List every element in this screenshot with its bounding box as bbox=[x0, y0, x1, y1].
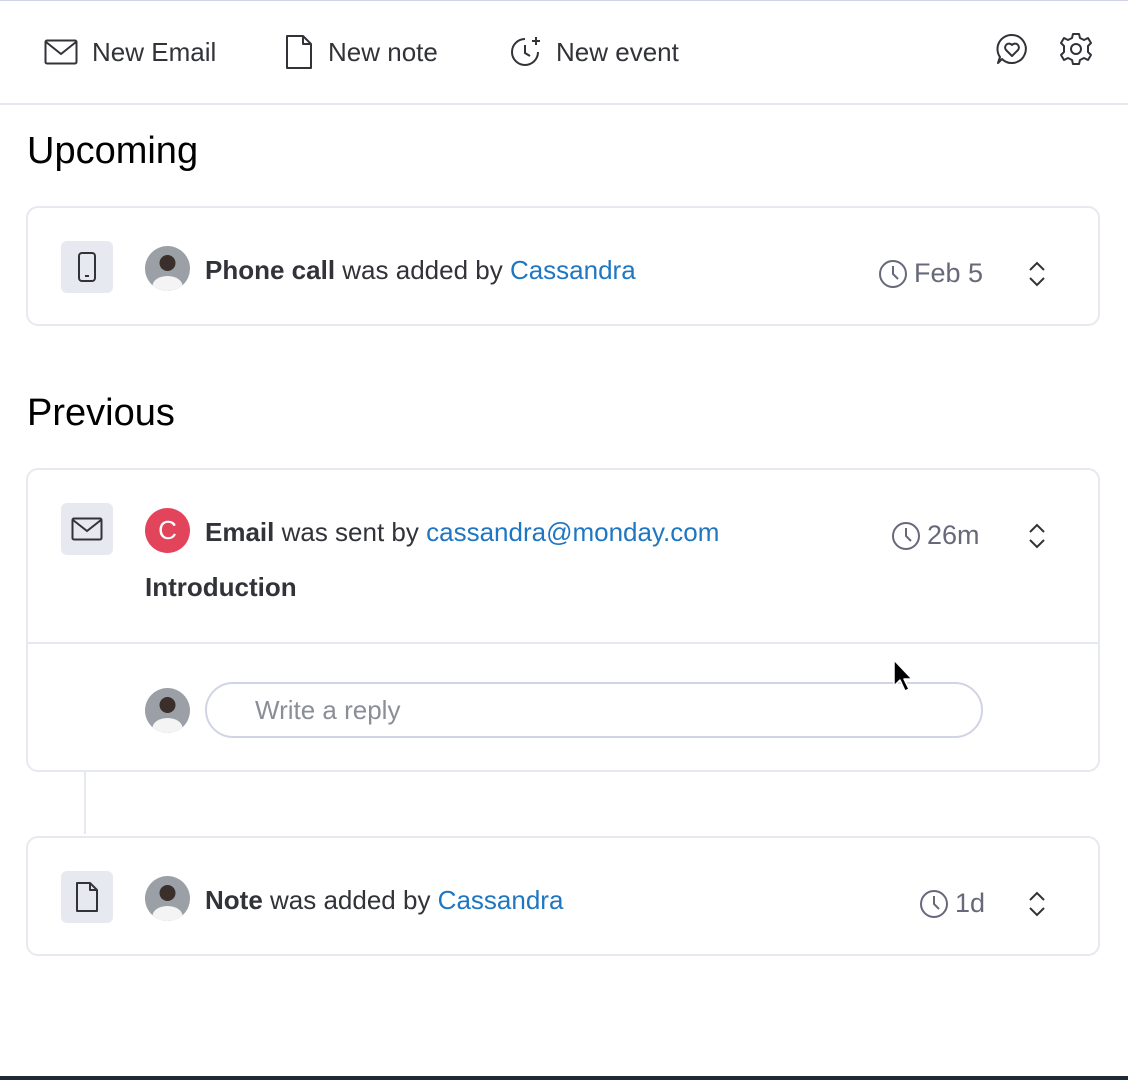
phone-type-badge bbox=[61, 241, 113, 293]
activity-user-link[interactable]: cassandra@monday.com bbox=[426, 517, 719, 547]
activity-user-link[interactable]: Cassandra bbox=[438, 885, 564, 915]
bottom-bar bbox=[0, 1076, 1128, 1080]
activity-type: Note bbox=[205, 885, 263, 915]
timeline-connector bbox=[84, 772, 86, 834]
activity-summary: Phone call was added by Cassandra bbox=[205, 255, 636, 286]
clock-icon bbox=[892, 521, 920, 550]
reply-input[interactable] bbox=[205, 682, 983, 738]
activity-time: Feb 5 bbox=[878, 258, 983, 289]
new-email-label: New Email bbox=[92, 36, 217, 67]
reply-avatar bbox=[145, 688, 190, 733]
activity-summary: Email was sent by cassandra@monday.com bbox=[205, 517, 719, 548]
previous-heading: Previous bbox=[27, 392, 175, 434]
note-activity-card[interactable]: Note was added by Cassandra 1d bbox=[26, 836, 1100, 956]
email-type-badge bbox=[61, 503, 113, 555]
activity-action: was sent by bbox=[274, 517, 427, 547]
activity-time-label: Feb 5 bbox=[914, 258, 984, 288]
activity-action: was added by bbox=[262, 885, 438, 915]
activity-time-label: 26m bbox=[927, 520, 980, 550]
note-type-badge bbox=[61, 871, 113, 923]
clock-plus-icon bbox=[511, 37, 540, 66]
expand-toggle[interactable] bbox=[1026, 888, 1048, 920]
divider bbox=[28, 642, 1098, 644]
user-photo-icon bbox=[145, 246, 190, 291]
feedback-button[interactable] bbox=[994, 31, 1030, 67]
clock-icon bbox=[920, 889, 948, 918]
expand-chevrons-icon bbox=[1029, 261, 1045, 287]
activity-action: was added by bbox=[335, 255, 510, 285]
new-event-button[interactable]: New event bbox=[508, 33, 679, 71]
activity-summary: Note was added by Cassandra bbox=[205, 885, 563, 916]
new-note-button[interactable]: New note bbox=[284, 33, 438, 71]
new-email-button[interactable]: New Email bbox=[44, 33, 216, 71]
upcoming-heading: Upcoming bbox=[27, 130, 199, 172]
document-icon bbox=[286, 35, 312, 69]
user-photo-icon bbox=[145, 876, 190, 921]
envelope-icon bbox=[44, 39, 78, 65]
activity-user-link[interactable]: Cassandra bbox=[510, 255, 636, 285]
envelope-icon bbox=[71, 517, 103, 541]
avatar-letter: C bbox=[145, 508, 190, 553]
user-photo-icon bbox=[145, 688, 190, 733]
new-note-label: New note bbox=[328, 36, 438, 67]
email-subject: Introduction bbox=[145, 572, 297, 602]
upcoming-activity-card[interactable]: Phone call was added by Cassandra Feb 5 bbox=[26, 206, 1100, 326]
activity-time: 1d bbox=[919, 888, 985, 919]
activity-type: Email bbox=[205, 517, 275, 547]
activity-time: 26m bbox=[891, 520, 980, 551]
gear-icon bbox=[1060, 33, 1092, 65]
mobile-phone-icon bbox=[78, 252, 96, 282]
clock-icon bbox=[879, 259, 907, 288]
avatar bbox=[145, 246, 190, 291]
expand-toggle[interactable] bbox=[1026, 258, 1048, 290]
toolbar: New Email New note New event bbox=[0, 0, 1128, 105]
expand-chevrons-icon bbox=[1029, 891, 1045, 917]
activity-time-label: 1d bbox=[955, 888, 986, 918]
expand-toggle[interactable] bbox=[1026, 520, 1048, 552]
document-icon bbox=[76, 882, 98, 912]
avatar bbox=[145, 876, 190, 921]
activity-type: Phone call bbox=[205, 255, 336, 285]
settings-button[interactable] bbox=[1058, 31, 1094, 67]
email-activity-card[interactable]: C Email was sent by cassandra@monday.com… bbox=[26, 468, 1100, 772]
mouse-cursor-icon bbox=[893, 659, 913, 692]
new-event-label: New event bbox=[556, 36, 679, 67]
heart-chat-icon bbox=[996, 33, 1027, 64]
expand-chevrons-icon bbox=[1029, 523, 1045, 549]
